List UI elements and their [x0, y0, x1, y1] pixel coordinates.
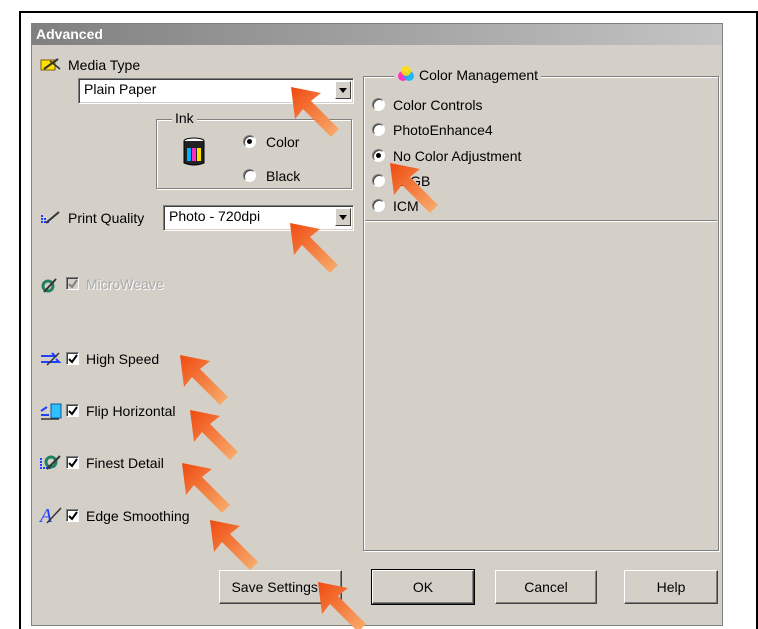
title-bar: Advanced [32, 24, 722, 45]
high-speed-checkbox[interactable] [66, 352, 79, 365]
microweave-checkbox[interactable] [66, 277, 79, 290]
print-quality-dropdown-button[interactable] [335, 208, 351, 226]
icm-radio[interactable] [372, 199, 385, 212]
icm-label: ICM [393, 198, 419, 214]
advanced-dialog: Advanced Media Type Plain Paper Ink Colo… [31, 23, 723, 626]
media-type-select[interactable]: Plain Paper [78, 78, 354, 104]
ink-black-label: Black [266, 168, 301, 184]
ink-color-label: Color [266, 134, 300, 150]
help-button[interactable]: Help [624, 570, 718, 604]
print-quality-value: Photo - 720dpi [169, 208, 261, 224]
color-management-title: Color Management [394, 66, 542, 86]
edge-smoothing-icon: A [39, 505, 62, 525]
media-type-dropdown-button[interactable] [335, 81, 351, 99]
high-speed-label: High Speed [86, 351, 160, 367]
photoenhance4-label: PhotoEnhance4 [393, 122, 493, 138]
color-management-icon [398, 66, 414, 81]
ink-color-radio[interactable] [243, 135, 256, 148]
srgb-label: sRGB [393, 173, 431, 189]
color-controls-radio[interactable] [372, 98, 385, 111]
microweave-icon [41, 278, 57, 293]
print-quality-label: Print Quality [68, 210, 145, 226]
photoenhance4-radio[interactable] [372, 123, 385, 136]
svg-text:A: A [39, 505, 53, 525]
no-color-adjustment-radio[interactable] [372, 149, 385, 162]
color-management-label: Color Management [419, 67, 539, 83]
color-management-divider [365, 220, 717, 221]
flip-horizontal-icon [40, 403, 62, 420]
print-quality-select[interactable]: Photo - 720dpi [163, 205, 354, 231]
save-settings-button[interactable]: Save Settings... [219, 570, 342, 604]
finest-detail-label: Finest Detail [86, 455, 164, 471]
color-controls-label: Color Controls [393, 97, 483, 113]
high-speed-icon [41, 352, 62, 366]
finest-detail-checkbox[interactable] [66, 456, 79, 469]
srgb-radio[interactable] [372, 174, 385, 187]
edge-smoothing-checkbox[interactable] [66, 509, 79, 522]
window-title: Advanced [36, 26, 103, 42]
ink-group-label: Ink [172, 110, 197, 126]
flip-horizontal-checkbox[interactable] [66, 404, 79, 417]
ok-button[interactable]: OK [371, 569, 475, 605]
ink-black-radio[interactable] [243, 169, 256, 182]
media-type-label: Media Type [68, 57, 141, 73]
print-quality-icon [41, 211, 60, 224]
flip-horizontal-label: Flip Horizontal [86, 403, 176, 419]
edge-smoothing-label: Edge Smoothing [86, 508, 190, 524]
microweave-label: MicroWeave [86, 276, 164, 292]
cancel-button[interactable]: Cancel [495, 570, 597, 604]
media-type-value: Plain Paper [84, 81, 157, 97]
finest-detail-icon [40, 455, 61, 470]
media-type-icon [40, 58, 61, 71]
ink-cartridge-icon [183, 137, 205, 166]
no-color-adjustment-label: No Color Adjustment [393, 148, 522, 164]
